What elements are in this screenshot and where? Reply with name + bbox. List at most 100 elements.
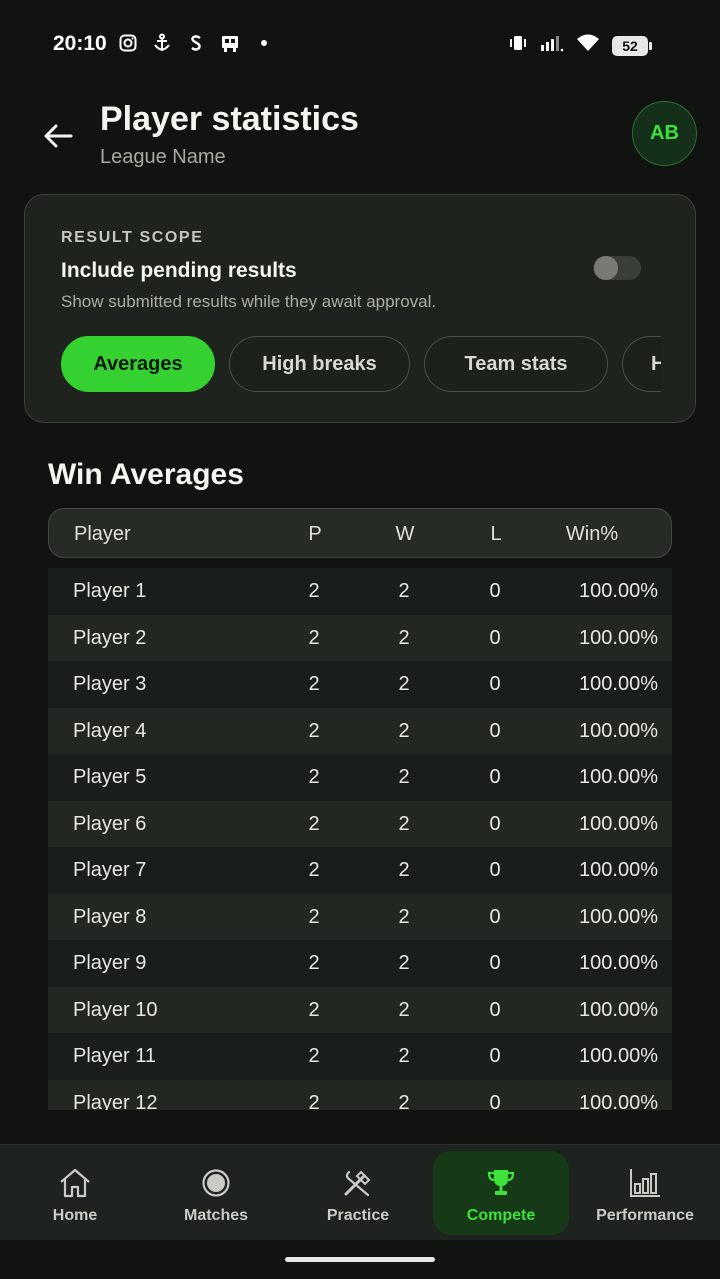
column-header-played: P xyxy=(308,523,322,545)
wifi-icon xyxy=(576,33,600,58)
cell-played: 2 xyxy=(308,905,320,928)
cell-lost: 0 xyxy=(489,673,501,695)
result-scope-card: RESULT SCOPE Include pending results Sho… xyxy=(24,194,696,423)
pending-results-toggle[interactable] xyxy=(593,256,641,280)
column-header-win-pct: Win% xyxy=(565,523,619,545)
cell-win-pct: 100.00% xyxy=(579,580,658,602)
cell-player: Player 12 xyxy=(73,1091,158,1111)
table-row[interactable]: Player 5 2 2 0 100.00% xyxy=(48,754,672,801)
signal-icon xyxy=(540,33,564,58)
cell-won: 2 xyxy=(398,952,410,974)
cell-win-pct: 100.00% xyxy=(579,998,658,1021)
cell-lost: 0 xyxy=(489,626,501,649)
cell-player: Player 4 xyxy=(73,719,147,742)
column-header-lost: L xyxy=(490,523,502,545)
chip-truncated[interactable]: H xyxy=(622,336,661,392)
cell-win-pct: 100.00% xyxy=(579,626,658,649)
cell-player: Player 3 xyxy=(73,673,147,695)
cell-lost: 0 xyxy=(489,580,501,602)
table-row[interactable]: Player 1 2 2 0 100.00% xyxy=(48,568,672,615)
cell-player: Player 1 xyxy=(73,580,147,602)
status-time: 20:10 xyxy=(53,32,107,55)
cell-player: Player 8 xyxy=(73,905,147,928)
cell-played: 2 xyxy=(308,766,320,788)
tram-icon xyxy=(220,33,240,53)
table-row[interactable]: Player 7 2 2 0 100.00% xyxy=(48,847,672,894)
cell-played: 2 xyxy=(308,1045,320,1067)
nav-item-performance[interactable]: Performance xyxy=(588,1145,702,1241)
home-icon xyxy=(57,1165,93,1201)
cell-played: 2 xyxy=(308,580,320,602)
table-row[interactable]: Player 11 2 2 0 100.00% xyxy=(48,1033,672,1080)
cell-player: Player 7 xyxy=(73,859,147,881)
nav-item-compete[interactable]: Compete xyxy=(453,1145,549,1241)
home-indicator[interactable] xyxy=(285,1257,435,1262)
back-button[interactable] xyxy=(40,118,76,154)
instagram-icon xyxy=(118,33,138,53)
cell-lost: 0 xyxy=(489,719,501,742)
chip-team-stats[interactable]: Team stats xyxy=(424,336,608,392)
table-row[interactable]: Player 6 2 2 0 100.00% xyxy=(48,800,672,847)
table-row[interactable]: Player 12 2 2 0 100.00% xyxy=(48,1079,672,1111)
nav-label: Compete xyxy=(466,1207,536,1224)
cell-won: 2 xyxy=(398,719,410,742)
nav-item-matches[interactable]: Matches xyxy=(168,1145,264,1241)
s-app-icon xyxy=(186,33,206,53)
scope-description: Show submitted results while they await … xyxy=(61,292,437,311)
page-subtitle: League Name xyxy=(100,146,226,168)
cell-player: Player 10 xyxy=(73,998,158,1021)
cell-lost: 0 xyxy=(489,859,501,881)
table-row[interactable]: Player 9 2 2 0 100.00% xyxy=(48,940,672,987)
status-bar: 20:10 52 xyxy=(0,0,720,88)
table-row[interactable]: Player 2 2 2 0 100.00% xyxy=(48,614,672,661)
cell-played: 2 xyxy=(308,812,320,835)
section-title: Win Averages xyxy=(48,458,244,491)
dot-icon xyxy=(254,33,274,53)
anchor-icon xyxy=(152,33,172,53)
cell-lost: 0 xyxy=(489,1045,501,1067)
cell-lost: 0 xyxy=(489,812,501,835)
cell-win-pct: 100.00% xyxy=(579,673,658,695)
cell-played: 2 xyxy=(308,626,320,649)
cell-played: 2 xyxy=(308,859,320,881)
cell-win-pct: 100.00% xyxy=(579,859,658,881)
stats-chip-row: Averages High breaks Team stats H xyxy=(61,336,661,394)
bottom-navigation: Home Matches Practice Compete Performanc… xyxy=(0,1144,720,1240)
cell-lost: 0 xyxy=(489,952,501,974)
practice-icon xyxy=(340,1165,376,1201)
matches-icon xyxy=(198,1165,234,1201)
performance-icon xyxy=(627,1165,663,1201)
nav-item-practice[interactable]: Practice xyxy=(310,1145,406,1241)
nav-label: Practice xyxy=(326,1207,390,1224)
table-row[interactable]: Player 3 2 2 0 100.00% xyxy=(48,661,672,708)
cell-won: 2 xyxy=(398,812,410,835)
cell-played: 2 xyxy=(308,952,320,974)
toggle-knob xyxy=(594,256,618,280)
cell-win-pct: 100.00% xyxy=(579,766,658,788)
cell-win-pct: 100.00% xyxy=(579,1045,658,1067)
avatar[interactable]: AB xyxy=(632,101,697,166)
table-row[interactable]: Player 10 2 2 0 100.00% xyxy=(48,986,672,1033)
nav-item-home[interactable]: Home xyxy=(27,1145,123,1241)
cell-won: 2 xyxy=(398,905,410,928)
battery-indicator: 52 xyxy=(612,35,652,56)
cell-player: Player 5 xyxy=(73,766,147,788)
cell-lost: 0 xyxy=(489,905,501,928)
trophy-icon xyxy=(483,1165,519,1201)
table-body: Player 1 2 2 0 100.00% Player 2 2 2 0 100.00% Play… xyxy=(48,568,672,1110)
table-row[interactable]: Player 8 2 2 0 100.00% xyxy=(48,893,672,940)
table-row[interactable]: Player 4 2 2 0 100.00% xyxy=(48,707,672,754)
cell-lost: 0 xyxy=(489,998,501,1021)
chip-averages[interactable]: Averages xyxy=(61,336,215,392)
table-header: Player P W L Win% xyxy=(48,508,672,558)
cell-win-pct: 100.00% xyxy=(579,1091,658,1111)
cell-won: 2 xyxy=(398,1091,410,1111)
cell-player: Player 9 xyxy=(73,952,147,974)
cell-played: 2 xyxy=(308,673,320,695)
cell-won: 2 xyxy=(398,626,410,649)
chip-high-breaks[interactable]: High breaks xyxy=(229,336,410,392)
scope-title: Include pending results xyxy=(61,259,297,282)
cell-played: 2 xyxy=(308,1091,320,1111)
cell-win-pct: 100.00% xyxy=(579,905,658,928)
nav-label: Performance xyxy=(596,1207,694,1224)
